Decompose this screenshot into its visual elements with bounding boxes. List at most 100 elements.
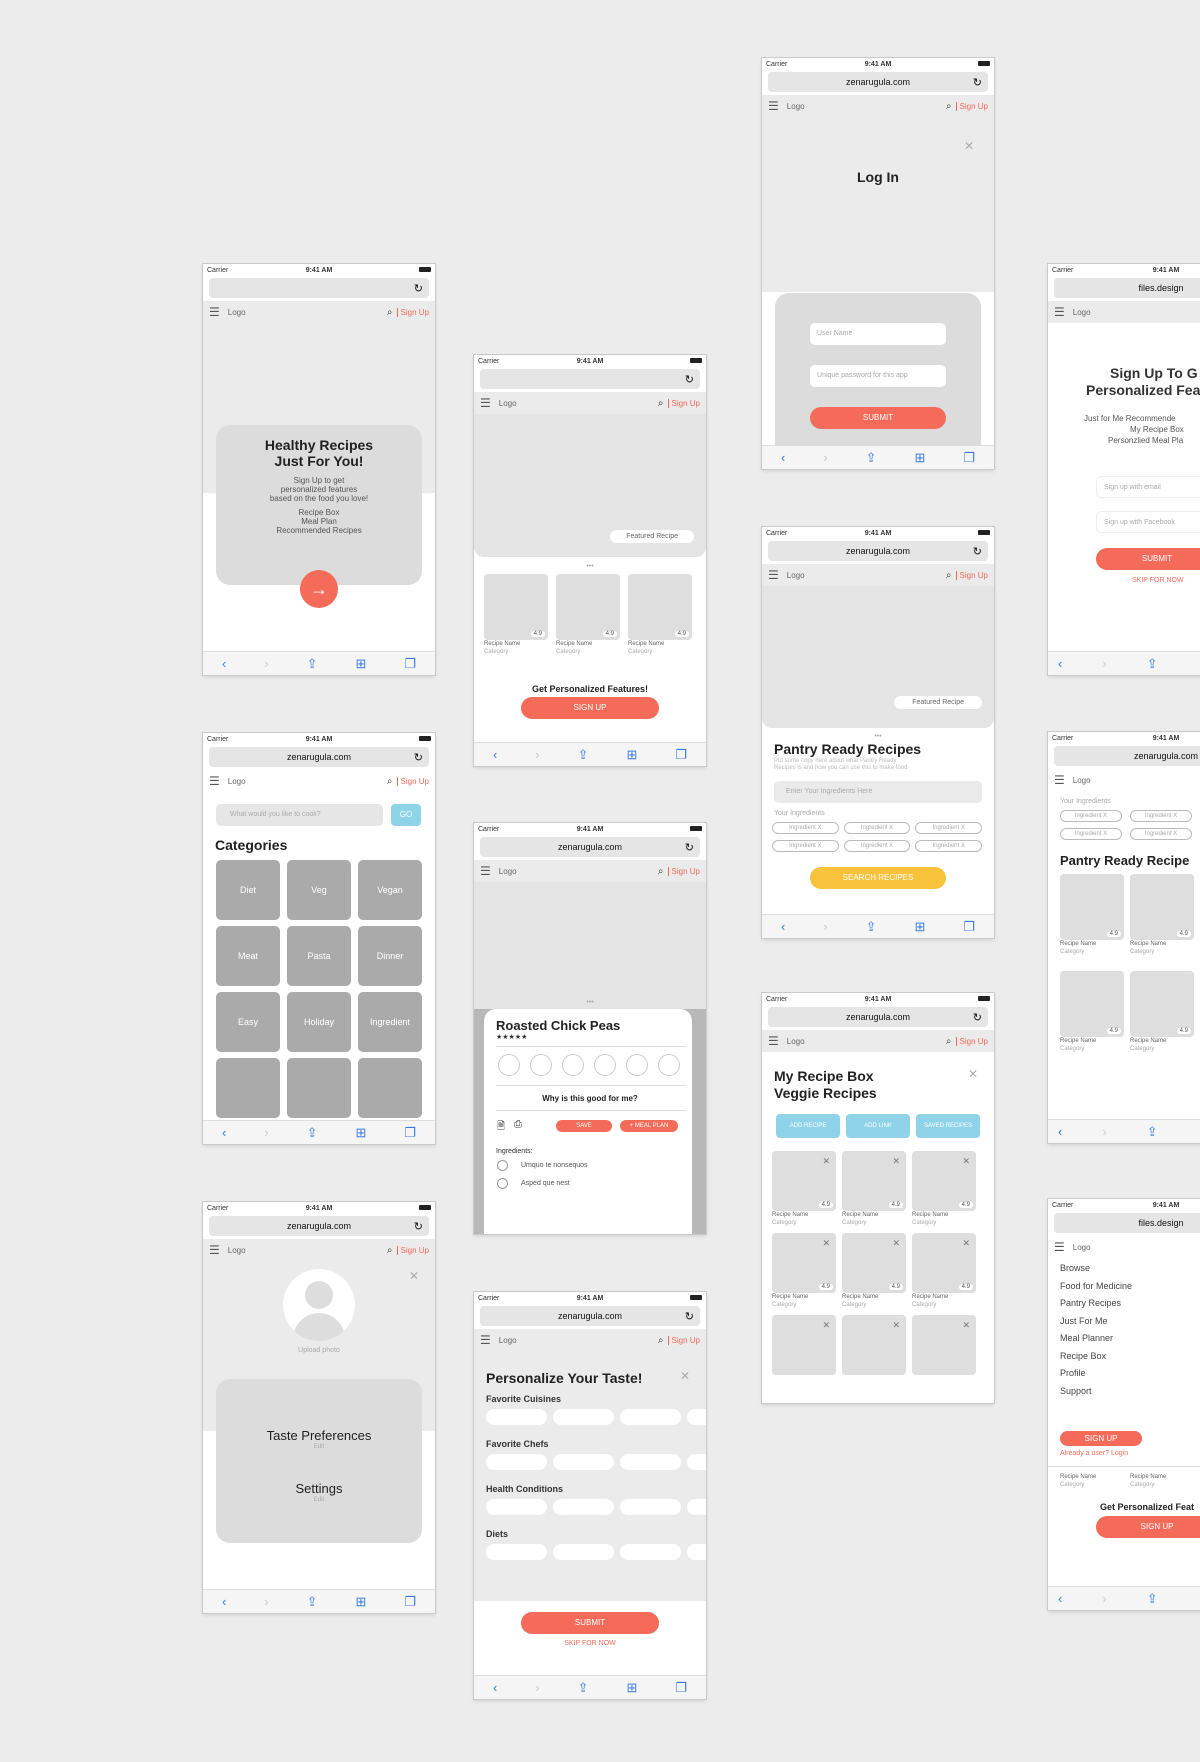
hamburger-icon[interactable]: ☰ bbox=[768, 99, 779, 113]
share-icon[interactable]: ⇪ bbox=[307, 1125, 318, 1141]
category-tile[interactable]: Meat bbox=[216, 926, 280, 986]
bookmarks-icon[interactable]: ⊞ bbox=[914, 450, 925, 466]
share-icon[interactable]: ⇪ bbox=[1147, 1124, 1158, 1140]
search-icon[interactable]: ⌕ bbox=[387, 307, 393, 318]
signup-link[interactable]: Sign Up bbox=[667, 1335, 700, 1345]
saved-recipes-button[interactable]: SAVED RECIPES bbox=[916, 1114, 980, 1138]
remove-icon[interactable]: ✕ bbox=[822, 1156, 830, 1167]
url-bar[interactable]: zenarugula.com bbox=[1054, 746, 1200, 766]
tabs-icon[interactable]: ❐ bbox=[963, 919, 975, 935]
hamburger-icon[interactable]: ☰ bbox=[480, 396, 491, 410]
skip-link[interactable]: SKIP FOR NOW bbox=[1132, 577, 1184, 584]
search-recipes-button[interactable]: SEARCH RECIPES bbox=[810, 867, 946, 889]
remove-icon[interactable]: ✕ bbox=[822, 1320, 830, 1331]
save-button[interactable]: SAVE bbox=[556, 1120, 612, 1132]
diet-option[interactable] bbox=[687, 1544, 706, 1560]
url-bar[interactable]: zenarugula.com ↻ bbox=[480, 1306, 700, 1326]
search-icon[interactable]: ⌕ bbox=[387, 1245, 393, 1256]
category-tile[interactable]: Ingredient bbox=[358, 992, 422, 1052]
recipe-thumb[interactable]: ✕ 4.9 bbox=[772, 1233, 836, 1293]
signup-link[interactable]: Sign Up bbox=[955, 570, 988, 580]
url-bar[interactable]: zenarugula.com ↻ bbox=[768, 1007, 988, 1027]
ingredient-chip[interactable]: Ingredient X bbox=[1060, 828, 1122, 840]
logo[interactable]: Logo bbox=[1073, 776, 1200, 785]
reload-icon[interactable]: ↻ bbox=[414, 751, 423, 764]
url-bar[interactable]: zenarugula.com ↻ bbox=[209, 747, 429, 767]
category-tile[interactable]: Holiday bbox=[287, 992, 351, 1052]
recipe-thumb[interactable]: ✕ bbox=[842, 1315, 906, 1375]
remove-icon[interactable]: ✕ bbox=[892, 1238, 900, 1249]
hamburger-icon[interactable]: ☰ bbox=[209, 1243, 220, 1257]
bookmarks-icon[interactable]: ⊞ bbox=[355, 1125, 366, 1141]
featured-label[interactable]: Featured Recipe bbox=[894, 696, 982, 709]
nutrition-icon[interactable] bbox=[530, 1054, 552, 1076]
menu-item[interactable]: Meal Planner bbox=[1060, 1330, 1200, 1348]
logo[interactable]: Logo bbox=[1073, 308, 1200, 317]
cook-search-input[interactable]: What would you like to cook? bbox=[216, 804, 383, 826]
tabs-icon[interactable]: ❐ bbox=[963, 450, 975, 466]
ingredient-chip[interactable]: Ingredient X bbox=[843, 822, 911, 834]
username-field[interactable]: User Name bbox=[810, 323, 946, 345]
health-option[interactable] bbox=[687, 1499, 706, 1515]
share-icon[interactable]: ⇪ bbox=[578, 1680, 589, 1696]
search-icon[interactable]: ⌕ bbox=[658, 398, 664, 409]
nutrition-icon[interactable] bbox=[658, 1054, 680, 1076]
close-icon[interactable]: ✕ bbox=[964, 139, 974, 153]
reload-icon[interactable]: ↻ bbox=[685, 1310, 694, 1323]
chef-option[interactable] bbox=[553, 1454, 615, 1470]
add-recipe-button[interactable]: ADD RECIPE bbox=[776, 1114, 840, 1138]
signup-facebook-field[interactable]: Sign up with Facebook bbox=[1096, 511, 1200, 533]
category-tile[interactable]: Vegan bbox=[358, 860, 422, 920]
hamburger-icon[interactable]: ☰ bbox=[209, 774, 220, 788]
url-bar[interactable]: ↻ bbox=[480, 369, 700, 389]
chef-option[interactable] bbox=[486, 1454, 548, 1470]
recipe-thumb[interactable]: ✕ 4.9 bbox=[912, 1151, 976, 1211]
menu-item[interactable]: Pantry Recipes bbox=[1060, 1295, 1200, 1313]
back-icon[interactable]: ‹ bbox=[222, 1125, 226, 1140]
bookmarks-icon[interactable]: ⊞ bbox=[626, 1680, 637, 1696]
logo[interactable]: Logo bbox=[787, 102, 946, 111]
category-tile[interactable]: Veg bbox=[287, 860, 351, 920]
recipe-thumb[interactable]: ✕ bbox=[772, 1315, 836, 1375]
avatar[interactable] bbox=[283, 1269, 355, 1341]
star-rating[interactable]: ★★★★★ bbox=[496, 1033, 527, 1041]
search-icon[interactable]: ⌕ bbox=[658, 866, 664, 877]
remove-icon[interactable]: ✕ bbox=[962, 1156, 970, 1167]
recipe-thumb[interactable]: 4.9 bbox=[556, 574, 620, 640]
logo[interactable]: Logo bbox=[499, 1336, 658, 1345]
logo[interactable]: Logo bbox=[499, 399, 658, 408]
recipe-thumb[interactable]: 4.9 bbox=[628, 574, 692, 640]
recipe-thumb[interactable]: ✕ 4.9 bbox=[772, 1151, 836, 1211]
url-bar[interactable]: files.design bbox=[1054, 278, 1200, 298]
featured-label[interactable]: Featured Recipe bbox=[610, 530, 694, 543]
hamburger-icon[interactable]: ☰ bbox=[209, 305, 220, 319]
recipe-thumb[interactable]: ✕ bbox=[912, 1315, 976, 1375]
ingredient-chip[interactable]: Ingredient X bbox=[1130, 828, 1192, 840]
hamburger-icon[interactable]: ☰ bbox=[480, 1333, 491, 1347]
ingredient-checkbox[interactable] bbox=[497, 1178, 508, 1189]
personalize-submit-button[interactable]: SUBMIT bbox=[521, 1612, 659, 1634]
hamburger-icon[interactable]: ☰ bbox=[1054, 305, 1065, 319]
menu-item[interactable]: Browse bbox=[1060, 1260, 1200, 1278]
reload-icon[interactable]: ↻ bbox=[685, 373, 694, 386]
close-icon[interactable]: ✕ bbox=[968, 1067, 978, 1081]
go-button[interactable]: GO bbox=[391, 804, 421, 826]
reload-icon[interactable]: ↻ bbox=[973, 1011, 982, 1024]
health-option[interactable] bbox=[553, 1499, 615, 1515]
cuisine-option[interactable] bbox=[687, 1409, 706, 1425]
menu-item[interactable]: Profile bbox=[1060, 1365, 1200, 1383]
nutrition-icon[interactable] bbox=[626, 1054, 648, 1076]
health-option[interactable] bbox=[620, 1499, 682, 1515]
search-icon[interactable]: ⌕ bbox=[946, 570, 952, 581]
signup-link[interactable]: Sign Up bbox=[955, 1036, 988, 1046]
close-icon[interactable]: ✕ bbox=[680, 1369, 690, 1383]
hamburger-icon[interactable]: ☰ bbox=[1054, 773, 1065, 787]
signup-button[interactable]: SIGN UP bbox=[521, 697, 659, 719]
taste-preferences-link[interactable]: Taste Preferences bbox=[203, 1428, 435, 1443]
menu-signup-button[interactable]: SIGN UP bbox=[1060, 1431, 1142, 1446]
already-user-link[interactable]: Already a user? Login bbox=[1060, 1450, 1128, 1457]
nutrition-icon[interactable] bbox=[498, 1054, 520, 1076]
url-bar[interactable]: files.design bbox=[1054, 1213, 1200, 1233]
category-tile[interactable]: Pasta bbox=[287, 926, 351, 986]
reload-icon[interactable]: ↻ bbox=[685, 841, 694, 854]
